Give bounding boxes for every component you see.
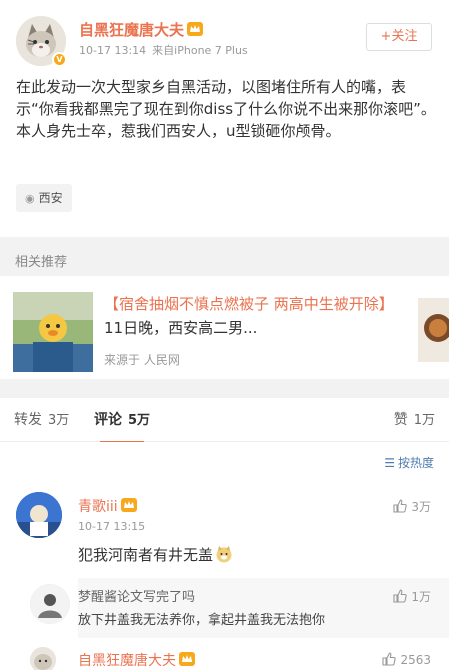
verified-badge-icon: V xyxy=(52,52,67,67)
sort-icon: ☰ xyxy=(384,456,395,470)
author-name[interactable]: 自黑狂魔唐大夫 xyxy=(79,19,204,40)
vip-crown-icon xyxy=(179,652,195,666)
tab-comment-label: 评论 xyxy=(94,412,122,428)
tab-comment-count: 5万 xyxy=(128,413,151,428)
related-headline-text: 11日晚，西安高二男... xyxy=(104,319,258,337)
comment-list: 青歌iii 10-17 13:15 3万 犯我河南者有井无盖 梦醒酱论文写完了吗… xyxy=(0,482,449,670)
post-text-line: 在此发动一次大型家乡自黑活动，以图堵住所有人的嘴，表示“你看我都黑完了现在到你d… xyxy=(16,78,436,118)
sort-bar: ☰ 按热度 xyxy=(0,442,449,482)
related-card[interactable]: 【宿舍抽烟不慎点燃被子 两高中生被开除】 11日晚，西安高二男... 来源于 人民… xyxy=(0,276,449,379)
reply-text: 放下井盖我无法养你，拿起井盖我无法抱你 xyxy=(78,613,326,628)
comment-time: 10-17 13:15 xyxy=(78,520,146,533)
commenter-name-text[interactable]: 自黑狂魔唐大夫 xyxy=(78,653,176,669)
sort-label: 按热度 xyxy=(397,456,434,470)
author-name-text[interactable]: 自黑狂魔唐大夫 xyxy=(79,21,184,39)
comment-text-body: 犯我河南者有井无盖 xyxy=(78,546,214,564)
related-source: 来源于 人民网 xyxy=(104,353,180,367)
doge-emoji-icon xyxy=(216,546,232,563)
thumbs-up-icon xyxy=(393,499,408,513)
comment-like-button[interactable]: 3万 xyxy=(393,498,431,515)
thumbs-up-icon xyxy=(382,652,397,666)
post-text-line: 本人身先士卒，惹我们西安人，u型锁砸你颅骨。 xyxy=(16,122,341,140)
reply-like-button[interactable]: 1万 xyxy=(393,588,431,605)
related-thumbnail xyxy=(13,292,93,372)
tab-repost[interactable]: 转发 3万 xyxy=(14,398,69,443)
vip-crown-icon xyxy=(187,22,204,36)
tab-comment[interactable]: 评论 5万 xyxy=(94,398,150,443)
commenter-name[interactable]: 青歌iii xyxy=(78,496,137,516)
reply-like-count: 1万 xyxy=(411,590,431,604)
post-source: 来自iPhone 7 Plus xyxy=(152,44,248,57)
location-pin-icon: ◉ xyxy=(25,192,35,205)
location-tag[interactable]: ◉ 西安 xyxy=(16,184,72,212)
comment-like-count: 2563 xyxy=(400,653,431,667)
interaction-tabbar: 转发 3万 评论 5万 赞 1万 xyxy=(0,398,449,443)
related-headline-topic[interactable]: 【宿舍抽烟不慎点燃被子 两高中生被开除】 xyxy=(104,295,394,313)
commenter-avatar[interactable] xyxy=(16,492,62,538)
vip-crown-icon xyxy=(120,498,137,512)
tab-like-count: 1万 xyxy=(413,413,435,428)
commenter-name-text[interactable]: 青歌iii xyxy=(78,499,118,515)
related-next-thumbnail[interactable] xyxy=(418,298,449,362)
follow-button[interactable]: +关注 xyxy=(366,23,432,51)
tab-like-label: 赞 xyxy=(393,412,408,428)
post-body: 在此发动一次大型家乡自黑活动，以图堵住所有人的嘴，表示“你看我都黑完了现在到你d… xyxy=(16,76,436,142)
related-headline[interactable]: 【宿舍抽烟不慎点燃被子 两高中生被开除】 11日晚，西安高二男... xyxy=(104,292,404,340)
tab-like[interactable]: 赞 1万 xyxy=(394,398,435,443)
commenter-name[interactable]: 自黑狂魔唐大夫 xyxy=(78,650,195,670)
location-label: 西安 xyxy=(38,191,63,205)
reply-avatar[interactable] xyxy=(30,584,70,624)
comment-text: 犯我河南者有井无盖 xyxy=(78,544,233,565)
tab-repost-label: 转发 xyxy=(14,412,42,428)
reply-preview[interactable]: 梦醒酱论文写完了吗 放下井盖我无法养你，拿起井盖我无法抱你 1万 xyxy=(30,578,449,638)
post-time: 10-17 13:14 xyxy=(79,44,147,57)
comment-like-count: 3万 xyxy=(411,500,431,514)
commenter-avatar[interactable] xyxy=(30,647,56,670)
reply-author-name[interactable]: 梦醒酱论文写完了吗 xyxy=(78,586,195,605)
weibo-post: V 自黑狂魔唐大夫 10-17 13:14 来自iPhone 7 Plus +关注… xyxy=(0,0,449,237)
sort-by-hot-button[interactable]: ☰ 按热度 xyxy=(384,454,434,471)
post-meta: 10-17 13:14 来自iPhone 7 Plus xyxy=(79,42,248,58)
thumbs-up-icon xyxy=(393,589,408,603)
related-section-title: 相关推荐 xyxy=(15,255,68,270)
tab-repost-count: 3万 xyxy=(48,413,70,428)
comment-like-button[interactable]: 2563 xyxy=(382,652,431,667)
